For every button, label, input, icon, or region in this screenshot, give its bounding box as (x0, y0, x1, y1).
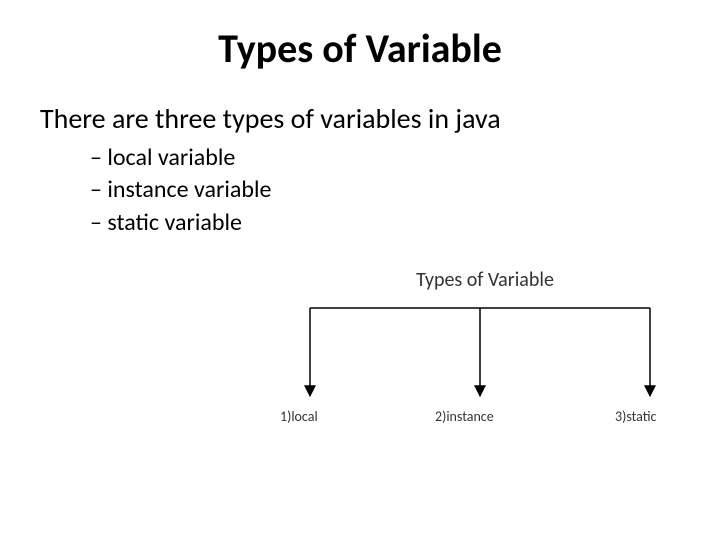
bullet-item: static variable (90, 207, 720, 239)
intro-text: There are three types of variables in ja… (0, 73, 720, 142)
slide-title: Types of Variable (0, 0, 720, 73)
diagram-label-static: 3)static (615, 408, 656, 425)
diagram: Types of Variable 1)local 2)instance 3)s… (280, 268, 690, 468)
slide: Types of Variable There are three types … (0, 0, 720, 540)
diagram-label-local: 1)local (280, 408, 318, 425)
diagram-arrows (280, 296, 690, 406)
diagram-label-instance: 2)instance (435, 408, 494, 425)
bullet-item: instance variable (90, 174, 720, 206)
bullet-list: local variable instance variable static … (0, 142, 720, 239)
diagram-caption: Types of Variable (280, 268, 690, 292)
bullet-item: local variable (90, 142, 720, 174)
